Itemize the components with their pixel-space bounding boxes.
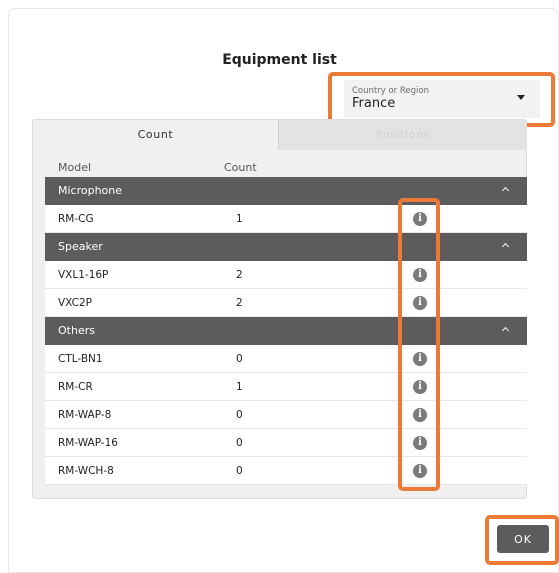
model-count: 0 [236, 437, 243, 449]
info-icon[interactable]: i [413, 296, 427, 310]
model-count: 2 [236, 269, 243, 281]
model-count: 0 [236, 465, 243, 477]
tab-count[interactable]: Count [33, 120, 278, 150]
chevron-up-icon[interactable] [501, 186, 510, 195]
group-label: Speaker [58, 240, 103, 253]
table-row: VXL1-16P 2 i [45, 261, 527, 289]
country-region-value: France [352, 96, 396, 111]
table-row: VXC2P 2 i [45, 289, 527, 317]
model-name: VXL1-16P [58, 269, 109, 281]
table-row: RM-CG 1 i [45, 205, 527, 233]
model-name: RM-CR [58, 381, 93, 393]
table-row: RM-CR 1 i [45, 373, 527, 401]
chevron-up-icon[interactable] [501, 326, 510, 335]
table-row: CTL-BN1 0 i [45, 345, 527, 373]
country-region-select[interactable]: Country or Region France [344, 80, 540, 118]
chevron-up-icon[interactable] [501, 242, 510, 251]
model-count: 1 [236, 381, 243, 393]
model-count: 0 [236, 409, 243, 421]
caret-down-icon [517, 95, 525, 100]
group-label: Microphone [58, 184, 123, 197]
model-name: VXC2P [58, 297, 92, 309]
model-name: RM-CG [58, 213, 94, 225]
info-icon[interactable]: i [413, 408, 427, 422]
tab-positions[interactable]: Positions [278, 120, 527, 150]
model-name: RM-WAP-16 [58, 437, 118, 449]
dialog-title: Equipment list [222, 52, 337, 68]
column-header-model: Model [58, 161, 92, 174]
ok-button[interactable]: OK [497, 525, 549, 553]
model-count: 0 [236, 353, 243, 365]
info-icon[interactable]: i [413, 268, 427, 282]
group-header-others[interactable]: Others [45, 317, 527, 345]
column-header-count: Count [224, 161, 257, 174]
model-count: 2 [236, 297, 243, 309]
group-label: Others [58, 324, 95, 337]
info-icon[interactable]: i [413, 436, 427, 450]
country-region-label: Country or Region [352, 86, 429, 96]
model-name: RM-WAP-8 [58, 409, 112, 421]
model-name: CTL-BN1 [58, 353, 103, 365]
table-row: RM-WAP-8 0 i [45, 401, 527, 429]
table-row: RM-WCH-8 0 i [45, 457, 527, 485]
model-name: RM-WCH-8 [58, 465, 114, 477]
model-count: 1 [236, 213, 243, 225]
info-icon[interactable]: i [413, 464, 427, 478]
info-icon[interactable]: i [413, 212, 427, 226]
group-header-speaker[interactable]: Speaker [45, 233, 527, 261]
group-header-microphone[interactable]: Microphone [45, 177, 527, 205]
info-icon[interactable]: i [413, 352, 427, 366]
table-row: RM-WAP-16 0 i [45, 429, 527, 457]
info-icon[interactable]: i [413, 380, 427, 394]
